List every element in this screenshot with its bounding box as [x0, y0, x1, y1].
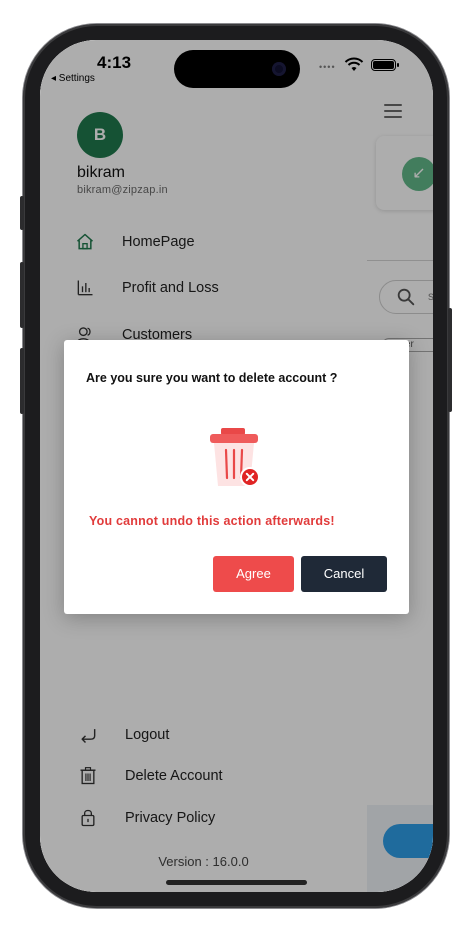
home-indicator[interactable]: [166, 880, 307, 885]
delete-account-dialog: Are you sure you want to delete account …: [64, 340, 409, 614]
dialog-warning: You cannot undo this action afterwards!: [89, 514, 335, 528]
wifi-icon: [344, 57, 364, 71]
action-button: [20, 196, 24, 230]
cellular-signal-icon: ••••: [319, 62, 336, 72]
volume-up-button: [20, 262, 24, 328]
battery-icon: [371, 59, 399, 71]
camera-icon: [272, 62, 286, 76]
dialog-title: Are you sure you want to delete account …: [86, 371, 338, 385]
volume-down-button: [20, 348, 24, 414]
screen: ↙ s omer B bikram bikram@zipzap.in HomeP…: [40, 40, 433, 892]
back-to-settings-link[interactable]: ◂ Settings: [51, 73, 95, 84]
cancel-button[interactable]: Cancel: [301, 556, 387, 592]
status-time: 4:13: [97, 53, 132, 72]
agree-button[interactable]: Agree: [213, 556, 294, 592]
trash-icon: [210, 428, 260, 487]
power-button: [448, 308, 452, 412]
